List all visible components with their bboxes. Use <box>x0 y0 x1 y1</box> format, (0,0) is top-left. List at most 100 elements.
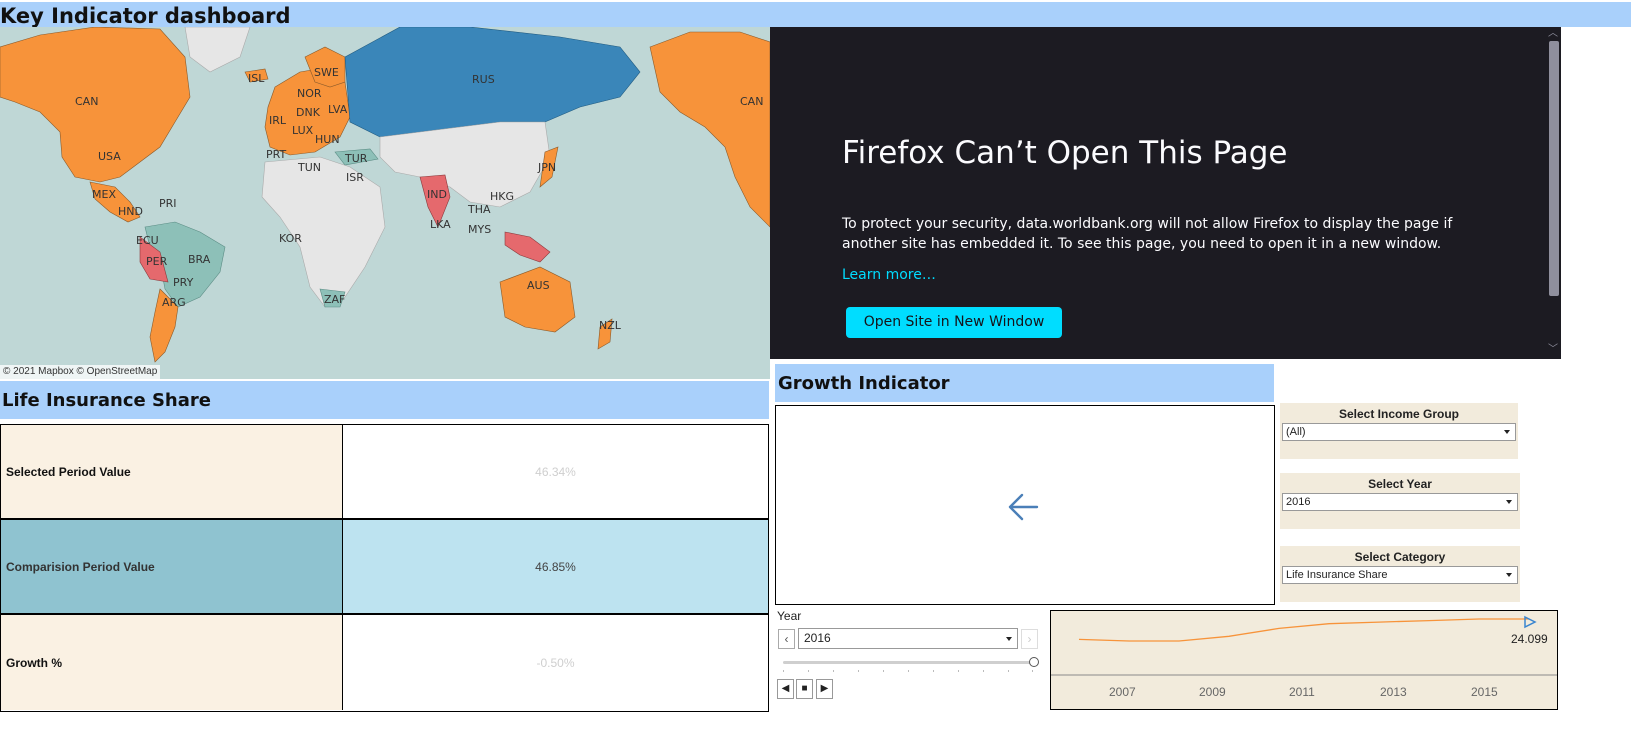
learn-more-link[interactable]: Learn more… <box>842 267 936 283</box>
map-label: NZL <box>599 319 621 332</box>
life-insurance-header: Life Insurance Share <box>0 381 769 419</box>
map-label: CAN <box>740 95 764 108</box>
row-label: Comparision Period Value <box>6 559 155 574</box>
stop-button[interactable]: ■ <box>796 679 813 699</box>
row-value-cell: -0.50% <box>343 615 768 710</box>
map-label: LKA <box>430 218 451 231</box>
map-label: MEX <box>92 188 116 201</box>
sparkline-axis: 2007 2009 2011 2013 2015 <box>1051 685 1557 701</box>
map-label: TUN <box>298 161 321 174</box>
world-map[interactable]: CAN USA MEX HND PRI ECU PER BRA PRY ARG … <box>0 27 770 379</box>
map-label: CAN <box>75 95 99 108</box>
year-slider-value: 2016 <box>804 631 831 645</box>
row-label: Selected Period Value <box>6 464 131 479</box>
map-label: USA <box>98 150 121 163</box>
row-label-cell: Selected Period Value <box>1 425 343 518</box>
region-north-america-repeat <box>649 31 770 228</box>
year-filter-value: 2016 <box>1286 496 1311 508</box>
sparkline-end-value: 24.099 <box>1511 632 1548 646</box>
left-arrow-icon <box>1008 493 1039 521</box>
sparkline-chart <box>1051 611 1557 676</box>
chevron-down-icon <box>1504 430 1510 434</box>
year-slider-track[interactable] <box>783 661 1033 664</box>
life-insurance-title: Life Insurance Share <box>2 390 211 411</box>
chevron-down-icon <box>1006 637 1012 641</box>
map-label: PRY <box>173 276 194 289</box>
map-label: LUX <box>292 124 314 137</box>
scroll-down-icon[interactable]: ﹀ <box>1547 345 1559 355</box>
axis-tick-label: 2015 <box>1471 685 1498 699</box>
map-label: JPN <box>538 161 557 174</box>
trend-sparkline[interactable]: 24.099 2007 2009 2011 2013 2015 <box>1050 610 1558 710</box>
map-label: TUR <box>345 152 368 165</box>
year-filter: Select Year 2016 <box>1280 473 1520 529</box>
year-next-button[interactable]: › <box>1021 629 1038 649</box>
chevron-down-icon <box>1506 500 1512 504</box>
table-row[interactable]: Comparision Period Value 46.85% <box>1 520 768 615</box>
region-asia <box>379 121 551 208</box>
scroll-up-icon[interactable]: ︿ <box>1547 29 1559 39</box>
year-filter-label: Select Year <box>1368 477 1432 491</box>
table-row[interactable]: Selected Period Value 46.34% <box>1 425 768 520</box>
income-group-label: Select Income Group <box>1338 407 1460 421</box>
row-value-cell: 46.85% <box>343 520 768 613</box>
income-group-select[interactable]: (All) <box>1282 423 1516 441</box>
life-insurance-table: Selected Period Value 46.34% Comparision… <box>0 424 769 712</box>
map-label: ISL <box>248 72 265 85</box>
year-prev-button[interactable]: ‹ <box>778 629 795 649</box>
map-label: PER <box>146 255 168 268</box>
year-slider-ticks <box>783 670 1033 672</box>
map-label: AUS <box>527 279 550 292</box>
map-label: HND <box>118 205 143 218</box>
year-slider-label: Year <box>777 609 802 623</box>
scrollbar[interactable]: ︿ ﹀ <box>1545 27 1561 359</box>
year-slider-handle[interactable] <box>1029 657 1039 667</box>
map-label: KOR <box>279 232 302 245</box>
map-label: LVA <box>328 103 348 116</box>
year-filter-select[interactable]: 2016 <box>1282 493 1518 511</box>
year-slider-select[interactable]: 2016 <box>798 628 1018 649</box>
growth-indicator-title: Growth Indicator <box>778 373 950 394</box>
embedded-page-error: Firefox Can’t Open This Page To protect … <box>770 27 1561 359</box>
growth-indicator-header: Growth Indicator <box>775 364 1274 402</box>
map-label: ISR <box>346 171 364 184</box>
map-label: ECU <box>136 234 159 247</box>
category-filter-value: Life Insurance Share <box>1286 569 1388 581</box>
axis-tick-label: 2007 <box>1109 685 1136 699</box>
chevron-down-icon <box>1506 573 1512 577</box>
map-label: SWE <box>314 66 339 79</box>
row-label: Growth % <box>6 655 62 670</box>
dashboard-title: Key Indicator dashboard <box>0 4 291 28</box>
play-backward-button[interactable]: ◀ <box>777 679 794 699</box>
open-new-window-button[interactable]: Open Site in New Window <box>846 307 1062 338</box>
scrollbar-thumb[interactable] <box>1549 41 1559 296</box>
axis-tick-label: 2011 <box>1289 685 1315 699</box>
row-value: -0.50% <box>536 655 575 670</box>
region-se-asia <box>504 231 551 263</box>
income-group-filter: Select Income Group (All) <box>1280 403 1518 459</box>
map-label: THA <box>468 203 491 216</box>
row-value: 46.34% <box>535 464 576 479</box>
row-label-cell: Comparision Period Value <box>1 520 343 613</box>
row-value: 46.85% <box>535 559 576 574</box>
map-label: PRT <box>266 148 287 161</box>
map-shapes <box>0 27 770 363</box>
map-label: NOR <box>297 87 322 100</box>
axis-tick-label: 2009 <box>1199 685 1226 699</box>
map-attribution[interactable]: © 2021 Mapbox © OpenStreetMap <box>0 365 161 379</box>
map-label: IND <box>427 188 447 201</box>
region-greenland <box>184 27 251 73</box>
category-filter: Select Category Life Insurance Share <box>1280 546 1520 602</box>
map-label: IRL <box>269 114 287 127</box>
table-row[interactable]: Growth % -0.50% <box>1 615 768 710</box>
income-group-value: (All) <box>1286 426 1306 438</box>
map-label: RUS <box>472 73 495 86</box>
play-forward-button[interactable]: ▶ <box>816 679 833 699</box>
map-label: MYS <box>468 223 492 236</box>
map-label: DNK <box>296 106 320 119</box>
region-australia <box>499 266 576 333</box>
category-filter-select[interactable]: Life Insurance Share <box>1282 566 1518 584</box>
error-message: To protect your security, data.worldbank… <box>842 216 1453 252</box>
map-label: HKG <box>490 190 515 203</box>
map-label: BRA <box>188 253 211 266</box>
